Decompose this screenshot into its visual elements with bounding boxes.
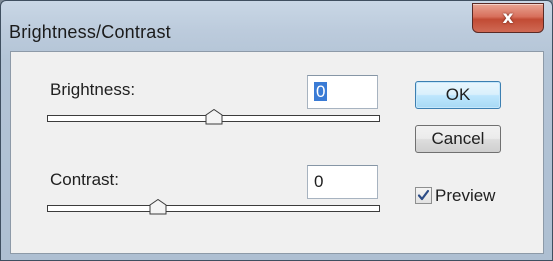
contrast-slider[interactable]: [47, 199, 380, 215]
slider-thumb-icon: [205, 109, 222, 125]
brightness-input[interactable]: 0: [307, 75, 378, 109]
dialog-window: Brightness/Contrast x Brightness: 0 Cont…: [0, 0, 553, 261]
close-icon: x: [502, 8, 514, 28]
contrast-input[interactable]: 0: [307, 165, 378, 199]
close-button[interactable]: x: [472, 3, 544, 33]
contrast-input-value: 0: [314, 172, 324, 191]
window-title: Brightness/Contrast: [9, 22, 171, 42]
brightness-input-value: 0: [314, 82, 328, 101]
cancel-button[interactable]: Cancel: [415, 125, 501, 153]
preview-label[interactable]: Preview: [435, 186, 495, 206]
slider-thumb-icon: [149, 199, 167, 215]
checkmark-icon: [417, 189, 430, 201]
brightness-slider[interactable]: [47, 109, 380, 125]
ok-button[interactable]: OK: [415, 81, 501, 109]
dialog-content: Brightness: 0 Contrast: 0 OK Cancel Prev…: [10, 51, 544, 254]
preview-checkbox[interactable]: [415, 187, 432, 204]
brightness-label: Brightness:: [50, 80, 136, 99]
contrast-label: Contrast:: [50, 170, 119, 189]
title-bar[interactable]: Brightness/Contrast x: [1, 1, 552, 51]
